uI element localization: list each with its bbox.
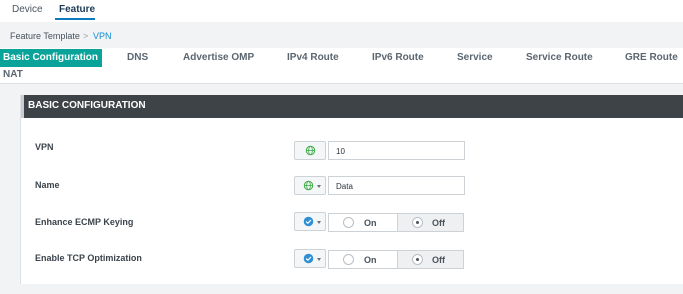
tab-ipv6-route[interactable]: IPv6 Route: [372, 52, 424, 63]
globe-icon: [305, 145, 316, 156]
vpn-scope-selector[interactable]: [294, 141, 326, 160]
radio-button[interactable]: [343, 254, 354, 265]
radio-button-selected[interactable]: [412, 254, 423, 265]
breadcrumb-separator: >: [83, 31, 89, 41]
ecmp-scope-selector[interactable]: [294, 212, 326, 231]
enhance-ecmp-keying-label: Enhance ECMP Keying: [35, 217, 134, 227]
chevron-down-icon: [317, 221, 321, 224]
name-input[interactable]: Data: [328, 176, 465, 195]
tab-device[interactable]: Device: [12, 4, 43, 15]
ecmp-keying-on-option[interactable]: On: [329, 214, 397, 231]
vpn-input[interactable]: 10: [328, 141, 465, 160]
radio-button[interactable]: [343, 217, 354, 228]
off-label: Off: [432, 218, 445, 228]
chevron-down-icon: [317, 185, 321, 188]
breadcrumb-vpn: VPN: [93, 31, 112, 41]
tab-basic-configuration[interactable]: Basic Configuration: [0, 49, 103, 67]
tcp-optimization-radio-group: On Off: [328, 250, 464, 269]
tab-service[interactable]: Service: [457, 52, 493, 63]
panel-title: BASIC CONFIGURATION: [28, 100, 146, 111]
vpn-label: VPN: [35, 142, 54, 152]
off-label: Off: [432, 255, 445, 265]
ecmp-keying-radio-group: On Off: [328, 213, 464, 232]
tcp-optimization-on-option[interactable]: On: [329, 251, 397, 268]
tab-gre-route[interactable]: GRE Route: [625, 52, 678, 63]
enable-tcp-optimization-label: Enable TCP Optimization: [35, 253, 142, 263]
name-label: Name: [35, 180, 60, 190]
active-tab-indicator: [55, 18, 95, 20]
on-label: On: [364, 255, 377, 265]
tab-dns[interactable]: DNS: [127, 52, 148, 63]
tab-ipv4-route[interactable]: IPv4 Route: [287, 52, 339, 63]
tab-service-route[interactable]: Service Route: [526, 52, 593, 63]
breadcrumb-feature-template[interactable]: Feature Template: [10, 31, 80, 41]
tab-advertise-omp[interactable]: Advertise OMP: [183, 52, 254, 63]
tcp-optimization-off-option[interactable]: Off: [397, 251, 463, 268]
ecmp-keying-off-option[interactable]: Off: [397, 214, 463, 231]
on-label: On: [364, 218, 377, 228]
globe-icon: [303, 180, 314, 191]
check-circle-icon: [303, 216, 314, 227]
chevron-down-icon: [317, 258, 321, 261]
radio-button-selected[interactable]: [412, 217, 423, 228]
tab-nat[interactable]: NAT: [3, 69, 23, 80]
tab-feature[interactable]: Feature: [59, 4, 95, 15]
top-tab-bar: [0, 0, 683, 22]
tcp-optimization-scope-selector[interactable]: [294, 249, 326, 268]
name-scope-selector[interactable]: [294, 176, 326, 195]
check-circle-icon: [303, 253, 314, 264]
